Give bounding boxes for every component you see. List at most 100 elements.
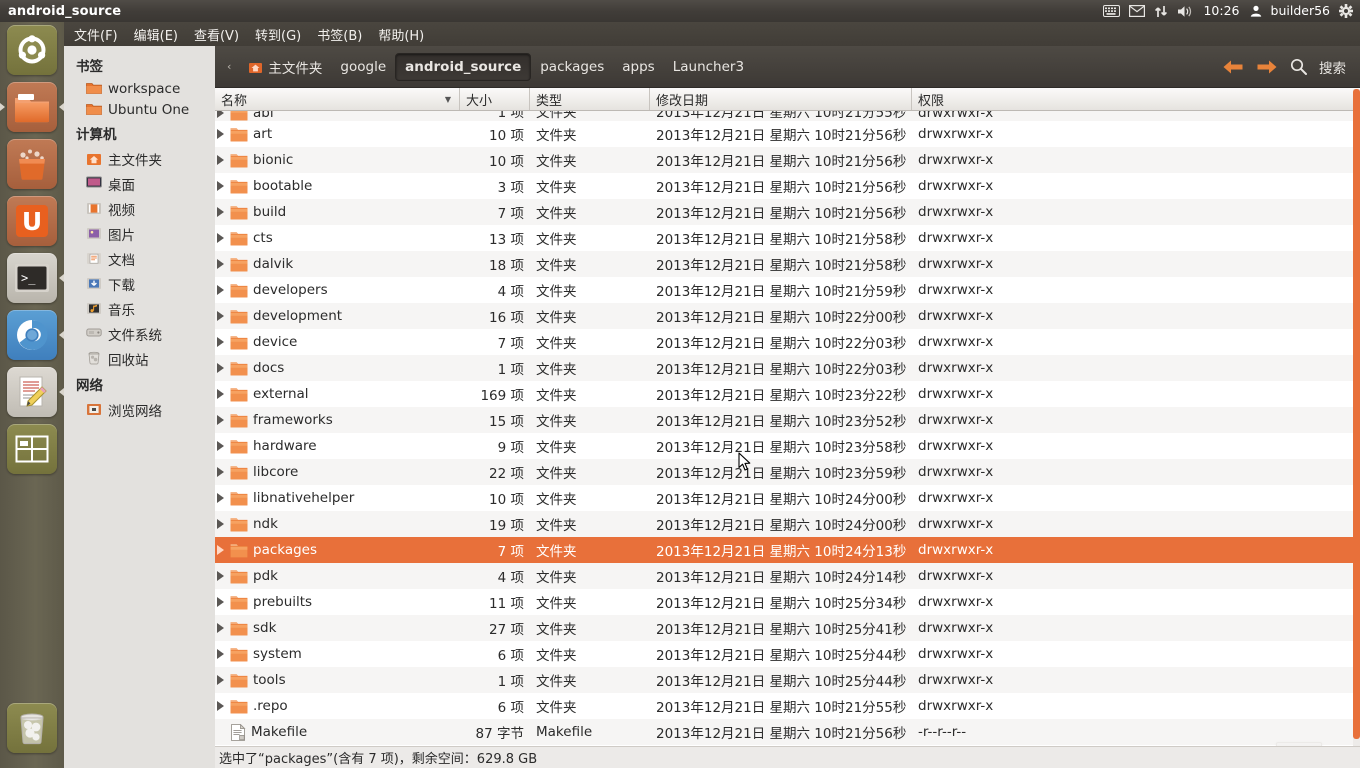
volume-icon[interactable] — [1177, 5, 1193, 18]
user-icon[interactable] — [1250, 5, 1262, 17]
software-center-icon[interactable] — [7, 139, 57, 189]
expander-triangle-icon[interactable] — [217, 519, 224, 529]
network-icon[interactable] — [1154, 5, 1168, 18]
expander-triangle-icon[interactable] — [217, 467, 224, 477]
expander-triangle-icon[interactable] — [217, 493, 224, 503]
mail-icon[interactable] — [1129, 5, 1146, 17]
search-label[interactable]: 搜索 — [1319, 57, 1346, 77]
menu-edit[interactable]: 编辑(E) — [134, 25, 178, 44]
expander-triangle-icon[interactable] — [217, 675, 224, 685]
column-header-size[interactable]: 大小 — [460, 88, 530, 110]
breadcrumb-android-source[interactable]: android_source — [395, 52, 532, 81]
arrow-left-icon[interactable] — [1222, 59, 1244, 75]
expander-triangle-icon[interactable] — [217, 285, 224, 295]
trash-icon[interactable] — [7, 703, 57, 753]
sidebar-item-workspace[interactable]: workspace — [64, 78, 215, 99]
sidebar-item-home[interactable]: 主文件夹 — [64, 146, 215, 171]
menu-view[interactable]: 查看(V) — [194, 25, 239, 44]
expander-triangle-icon[interactable] — [217, 701, 224, 711]
column-header-name[interactable]: 名称 ▼ — [215, 88, 460, 110]
sidebar-item-browse-network[interactable]: 浏览网络 — [64, 397, 215, 422]
sidebar-item-pictures[interactable]: 图片 — [64, 221, 215, 246]
expander-triangle-icon[interactable] — [217, 389, 224, 399]
table-row[interactable]: bionic 10 项文件夹 2013年12月21日 星期六 10时21分56秒 dr… — [215, 147, 1360, 173]
table-row[interactable]: pdk 4 项文件夹 2013年12月21日 星期六 10时24分14秒 drwxrw… — [215, 563, 1360, 589]
scrollbar-thumb[interactable] — [1353, 89, 1360, 739]
chromium-browser-icon[interactable] — [7, 310, 57, 360]
expander-triangle-icon[interactable] — [217, 649, 224, 659]
table-row[interactable]: ndk 19 项文件夹 2013年12月21日 星期六 10时24分00秒 drwxr… — [215, 511, 1360, 537]
expander-triangle-icon[interactable] — [217, 623, 224, 633]
sidebar-item-trash[interactable]: 回收站 — [64, 346, 215, 371]
file-manager-icon[interactable] — [7, 82, 57, 132]
expander-triangle-icon[interactable] — [217, 597, 224, 607]
table-row[interactable]: system 6 项文件夹 2013年12月21日 星期六 10时25分44秒 drw… — [215, 641, 1360, 667]
expander-triangle-icon[interactable] — [217, 311, 224, 321]
sidebar-item-downloads[interactable]: 下载 — [64, 271, 215, 296]
menu-go[interactable]: 转到(G) — [255, 25, 301, 44]
sidebar-item-filesystem[interactable]: 文件系统 — [64, 321, 215, 346]
gear-icon[interactable] — [1339, 4, 1353, 18]
expander-triangle-icon[interactable] — [217, 155, 224, 165]
table-row[interactable]: build 7 项文件夹 2013年12月21日 星期六 10时21分56秒 drwx… — [215, 199, 1360, 225]
expander-triangle-icon[interactable] — [217, 207, 224, 217]
expander-triangle-icon[interactable] — [217, 233, 224, 243]
sidebar-item-desktop[interactable]: 桌面 — [64, 171, 215, 196]
column-header-type[interactable]: 类型 — [530, 88, 650, 110]
table-row[interactable]: device 7 项文件夹 2013年12月21日 星期六 10时22分03秒 drw… — [215, 329, 1360, 355]
ubuntu-one-icon[interactable]: U — [7, 196, 57, 246]
expander-triangle-icon[interactable] — [217, 337, 224, 347]
expander-triangle-icon[interactable] — [217, 545, 224, 555]
menu-help[interactable]: 帮助(H) — [378, 25, 424, 44]
table-row[interactable]: development 16 项文件夹 2013年12月21日 星期六 10时22分… — [215, 303, 1360, 329]
expander-triangle-icon[interactable] — [217, 259, 224, 269]
terminal-icon[interactable]: >_ — [7, 253, 57, 303]
sidebar-item-videos[interactable]: 视频 — [64, 196, 215, 221]
clock[interactable]: 10:26 — [1202, 4, 1240, 18]
table-row[interactable]: developers 4 项文件夹 2013年12月21日 星期六 10时21分59… — [215, 277, 1360, 303]
table-row[interactable]: docs 1 项文件夹 2013年12月21日 星期六 10时22分03秒 drwxr… — [215, 355, 1360, 381]
table-row[interactable]: Makefile 87 字节 Makefile 2013年12月21日 星期六 10时… — [215, 719, 1360, 745]
sidebar-item-documents[interactable]: 文档 — [64, 246, 215, 271]
breadcrumb-launcher3[interactable]: Launcher3 — [664, 54, 753, 80]
expander-triangle-icon[interactable] — [217, 363, 224, 373]
sidebar-item-music[interactable]: 音乐 — [64, 296, 215, 321]
expander-triangle-icon[interactable] — [217, 571, 224, 581]
vertical-scrollbar[interactable] — [1353, 89, 1360, 768]
workspace-switcher-icon[interactable] — [7, 424, 57, 474]
table-row[interactable]: prebuilts 11 项文件夹 2013年12月21日 星期六 10时25分34… — [215, 589, 1360, 615]
breadcrumb-apps[interactable]: apps — [613, 54, 663, 80]
username-label[interactable]: builder56 — [1271, 4, 1330, 18]
table-row[interactable]: frameworks 15 项文件夹 2013年12月21日 星期六 10时23分5… — [215, 407, 1360, 433]
breadcrumb-google[interactable]: google — [331, 54, 395, 80]
expander-triangle-icon[interactable] — [217, 441, 224, 451]
expander-triangle-icon[interactable] — [217, 111, 224, 118]
column-header-permissions[interactable]: 权限 — [912, 88, 1360, 110]
table-row[interactable]: art 10 项文件夹 2013年12月21日 星期六 10时21分56秒 drwxr… — [215, 121, 1360, 147]
table-row[interactable]: sdk 27 项文件夹 2013年12月21日 星期六 10时25分41秒 drwxr… — [215, 615, 1360, 641]
table-row[interactable]: packages 7 项文件夹 2013年12月21日 星期六 10时24分13秒 d… — [215, 537, 1360, 563]
table-row[interactable]: external 169 项文件夹 2013年12月21日 星期六 10时23分22… — [215, 381, 1360, 407]
table-row[interactable]: dalvik 18 项文件夹 2013年12月21日 星期六 10时21分58秒 dr… — [215, 251, 1360, 277]
table-row[interactable]: hardware 9 项文件夹 2013年12月21日 星期六 10时23分58秒 d… — [215, 433, 1360, 459]
table-row[interactable]: abi 1 项 文件夹 2013年12月21日 星期六 10时21分55秒 drwxrw… — [215, 111, 1360, 121]
breadcrumb-home[interactable]: 主文件夹 — [239, 52, 331, 82]
column-header-date[interactable]: 修改日期 — [650, 88, 912, 110]
text-editor-icon[interactable] — [7, 367, 57, 417]
table-row[interactable]: tools 1 项文件夹 2013年12月21日 星期六 10时25分44秒 drwx… — [215, 667, 1360, 693]
table-row[interactable]: libnativehelper 10 项文件夹 2013年12月21日 星期六 10… — [215, 485, 1360, 511]
table-row[interactable]: cts 13 项文件夹 2013年12月21日 星期六 10时21分58秒 drwxr… — [215, 225, 1360, 251]
menu-file[interactable]: 文件(F) — [74, 25, 118, 44]
keyboard-icon[interactable] — [1103, 5, 1121, 17]
ubuntu-dash-icon[interactable] — [7, 25, 57, 75]
breadcrumb-packages[interactable]: packages — [531, 54, 613, 80]
expander-triangle-icon[interactable] — [217, 181, 224, 191]
table-row[interactable]: bootable 3 项文件夹 2013年12月21日 星期六 10时21分56秒 d… — [215, 173, 1360, 199]
table-row[interactable]: .repo 6 项文件夹 2013年12月21日 星期六 10时21分55秒 drwx… — [215, 693, 1360, 719]
arrow-right-icon[interactable] — [1256, 59, 1278, 75]
expander-triangle-icon[interactable] — [217, 415, 224, 425]
search-icon[interactable] — [1290, 58, 1307, 75]
expander-triangle-icon[interactable] — [217, 129, 224, 139]
table-row[interactable]: libcore 22 项文件夹 2013年12月21日 星期六 10时23分59秒 d… — [215, 459, 1360, 485]
menu-bookmarks[interactable]: 书签(B) — [317, 25, 362, 44]
